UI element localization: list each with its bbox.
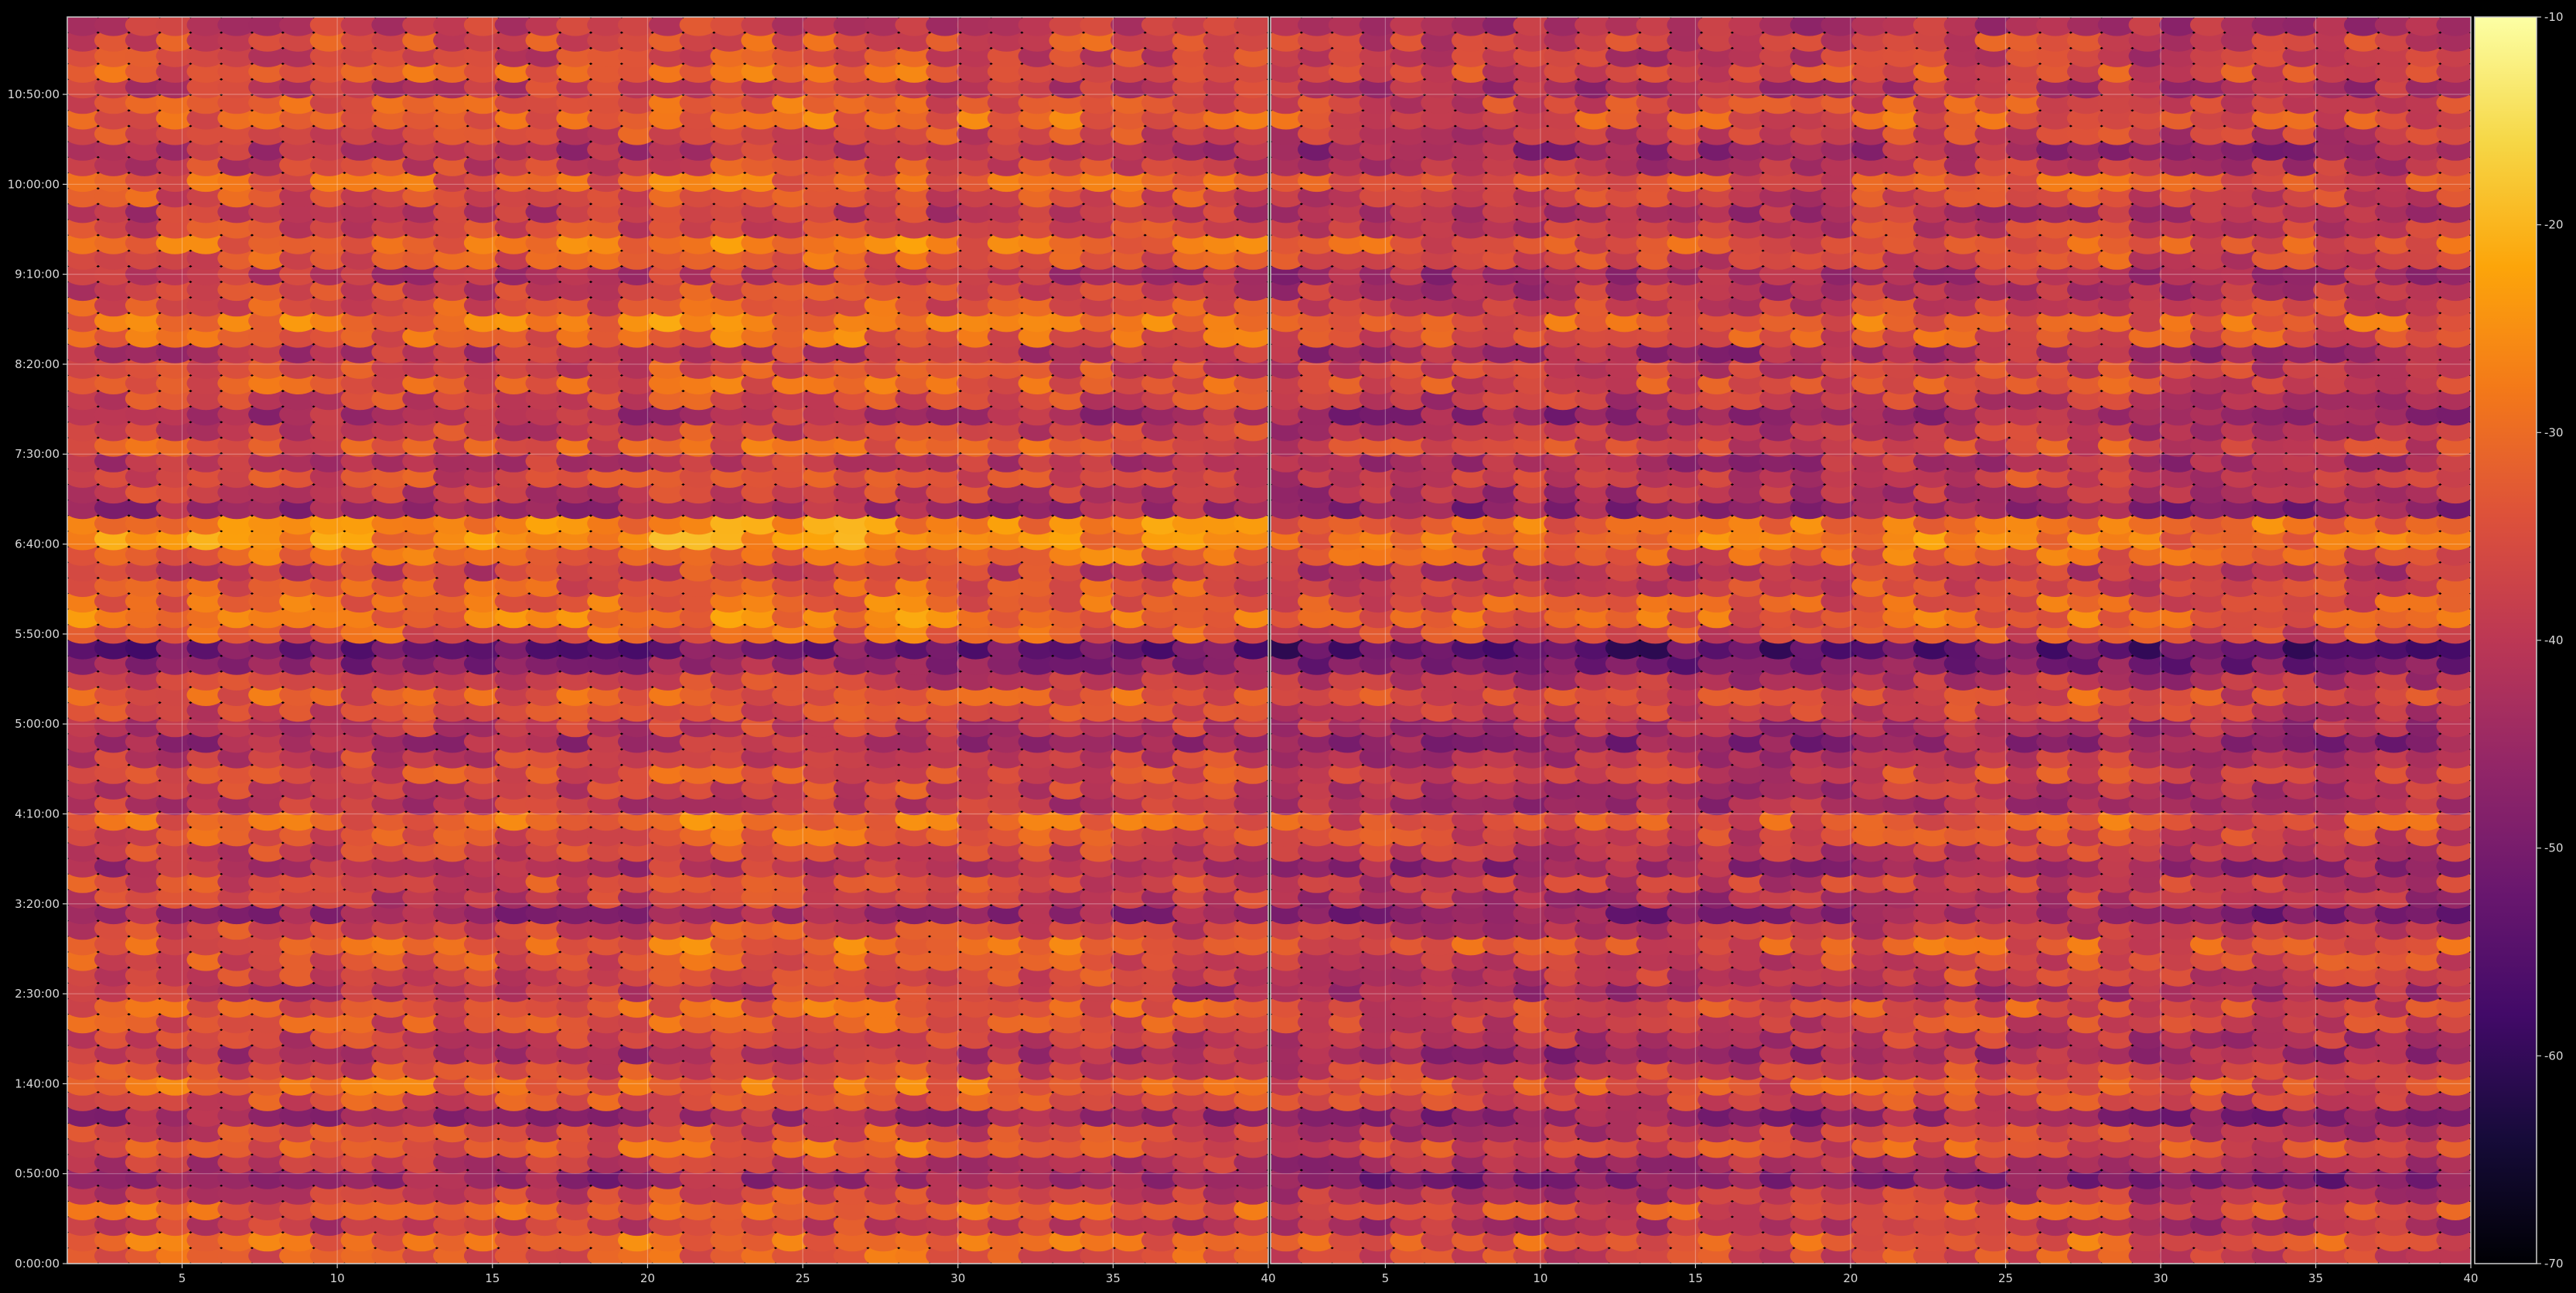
x-tick-label: 35: [1106, 1271, 1121, 1285]
x-tick-label: 20: [640, 1271, 655, 1285]
x-tick-label: 25: [796, 1271, 810, 1285]
heatmap-chart: 5 10 15 20 25 30 35 40 5 10 15 20 25 30 35 400:00:000:5…: [8, 10, 2564, 1285]
x-tick-label: 5: [179, 1271, 186, 1285]
x-tick-label: 30: [950, 1271, 965, 1285]
x-tick-label: 40: [1261, 1271, 1275, 1285]
x-tick-label: 10: [330, 1271, 345, 1285]
heatmap-panel-2: [1271, 17, 2471, 1264]
x-tick-label: 15: [485, 1271, 500, 1285]
heatmap-panel-1: [67, 17, 1268, 1264]
